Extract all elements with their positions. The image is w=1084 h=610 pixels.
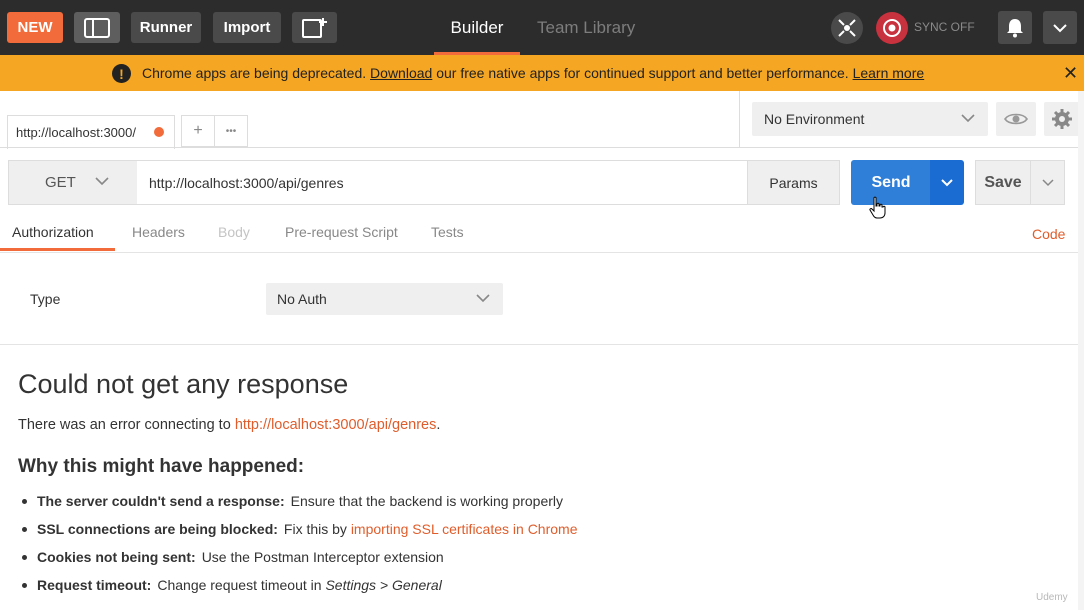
runner-button[interactable]: Runner	[131, 12, 201, 43]
tab-pre-request-script[interactable]: Pre-request Script	[285, 224, 398, 251]
sync-status-label: SYNC OFF	[914, 20, 975, 34]
list-item: SSL connections are being blocked: Fix th…	[22, 521, 578, 537]
close-icon[interactable]: ✕	[1063, 63, 1078, 84]
download-link[interactable]: Download	[370, 65, 432, 81]
watermark-logo: Udemy	[1036, 592, 1068, 603]
environment-quick-look-button[interactable]	[996, 102, 1036, 136]
tab-tests[interactable]: Tests	[431, 224, 464, 251]
tab-headers[interactable]: Headers	[132, 224, 185, 251]
more-tabs-button[interactable]: •••	[214, 115, 248, 147]
auth-type-select[interactable]: No Auth	[266, 283, 503, 315]
notifications-button[interactable]	[998, 11, 1032, 44]
new-button[interactable]: NEW	[7, 12, 63, 43]
new-window-button[interactable]	[292, 12, 337, 43]
response-divider	[0, 344, 1078, 345]
gear-icon	[1052, 109, 1072, 129]
bullet-icon	[22, 554, 27, 560]
response-error-title: Could not get any response	[18, 369, 349, 399]
add-tab-button[interactable]: +	[181, 115, 215, 147]
account-menu-button[interactable]	[1043, 11, 1077, 44]
request-tab[interactable]: http://localhost:3000/	[7, 115, 175, 149]
eye-icon	[1004, 113, 1028, 125]
bullet-icon	[22, 582, 27, 588]
list-item: Cookies not being sent: Use the Postman I…	[22, 549, 444, 565]
chevron-down-icon	[961, 114, 975, 123]
tab-builder[interactable]: Builder	[434, 0, 520, 55]
save-button[interactable]: Save	[975, 160, 1031, 205]
params-button[interactable]: Params	[747, 160, 840, 205]
learn-more-link[interactable]: Learn more	[853, 65, 925, 81]
interceptor-button[interactable]	[831, 12, 863, 44]
chevron-down-icon	[476, 294, 490, 303]
hand-cursor-icon	[869, 196, 886, 219]
sidebar-toggle-button[interactable]	[74, 12, 120, 43]
list-item: The server couldn't send a response: Ensu…	[22, 493, 563, 509]
scrollbar[interactable]	[1078, 91, 1084, 610]
subtabs-divider	[0, 252, 1078, 253]
send-options-button[interactable]	[930, 160, 964, 205]
banner-message: Chrome apps are being deprecated. Downlo…	[142, 65, 925, 81]
environment-select[interactable]: No Environment	[752, 102, 988, 136]
bell-icon	[1007, 18, 1023, 37]
send-button[interactable]: Send	[851, 160, 931, 205]
manage-environments-button[interactable]	[1044, 102, 1080, 136]
generate-code-link[interactable]: Code	[1032, 226, 1065, 242]
unsaved-dot-icon	[154, 127, 164, 137]
request-tab-label: http://localhost:3000/	[16, 125, 136, 140]
why-heading: Why this might have happened:	[18, 456, 305, 477]
bullet-icon	[22, 526, 27, 532]
sync-button[interactable]	[876, 12, 908, 44]
sidebar-toggle-icon	[84, 17, 110, 38]
auth-type-label: Type	[30, 291, 61, 307]
request-url-link[interactable]: http://localhost:3000/api/genres	[235, 417, 437, 433]
tab-body[interactable]: Body	[218, 224, 250, 251]
url-input[interactable]	[137, 160, 748, 205]
new-window-icon	[301, 17, 327, 38]
settings-path: Settings > General	[325, 577, 442, 593]
deprecation-banner: ! Chrome apps are being deprecated. Down…	[0, 55, 1084, 91]
response-error-message: There was an error connecting to http://…	[18, 417, 441, 433]
chevron-down-icon	[95, 177, 109, 186]
chevron-down-icon	[1053, 23, 1067, 32]
import-button[interactable]: Import	[213, 12, 281, 43]
sync-icon	[883, 19, 901, 37]
import-ssl-certificates-link[interactable]: importing SSL certificates in Chrome	[351, 521, 578, 537]
list-item: Request timeout: Change request timeout i…	[22, 577, 442, 593]
top-bar: NEW Runner Import Builder Team Library S…	[0, 0, 1084, 55]
tab-team-library[interactable]: Team Library	[537, 0, 635, 55]
active-tab-indicator	[0, 248, 115, 251]
environment-divider	[739, 91, 740, 148]
bullet-icon	[22, 498, 27, 504]
save-options-button[interactable]	[1030, 160, 1065, 205]
method-select[interactable]: GET	[8, 160, 138, 205]
tab-authorization[interactable]: Authorization	[12, 224, 94, 251]
interceptor-icon	[838, 19, 856, 37]
warning-icon: !	[112, 64, 131, 83]
chevron-down-icon	[941, 178, 953, 186]
tabs-divider	[0, 147, 1078, 148]
chevron-down-icon	[1041, 178, 1054, 186]
